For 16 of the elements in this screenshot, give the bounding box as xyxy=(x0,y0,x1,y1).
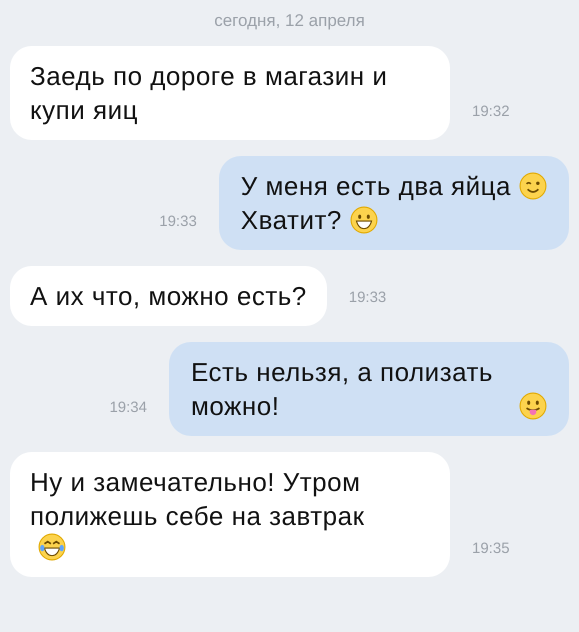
message-text: Хватит? xyxy=(240,204,342,236)
tears-of-joy-smiley-icon xyxy=(38,532,66,560)
message-text: Ну и замечательно! Утром полижешь себе на завтрак xyxy=(30,466,366,532)
winking-smiley-icon xyxy=(519,172,547,200)
message-time: 19:35 xyxy=(472,539,510,559)
message-text: Заедь по дороге в магазин и купи яиц xyxy=(30,60,388,126)
tongue-smiley-icon xyxy=(519,392,547,420)
message-text: У меня есть два яйца xyxy=(240,170,511,202)
message-time: 19:33 xyxy=(159,212,197,232)
message-time: 19:32 xyxy=(472,102,510,122)
grinning-smiley-icon xyxy=(350,206,378,234)
message-time: 19:34 xyxy=(109,398,147,418)
date-header: сегодня, 12 апреля xyxy=(213,10,366,32)
message-time: 19:33 xyxy=(348,288,386,308)
message-text: А их что, можно есть? xyxy=(30,280,307,312)
message-text: Есть нельзя, а полизать можно! xyxy=(191,356,494,422)
